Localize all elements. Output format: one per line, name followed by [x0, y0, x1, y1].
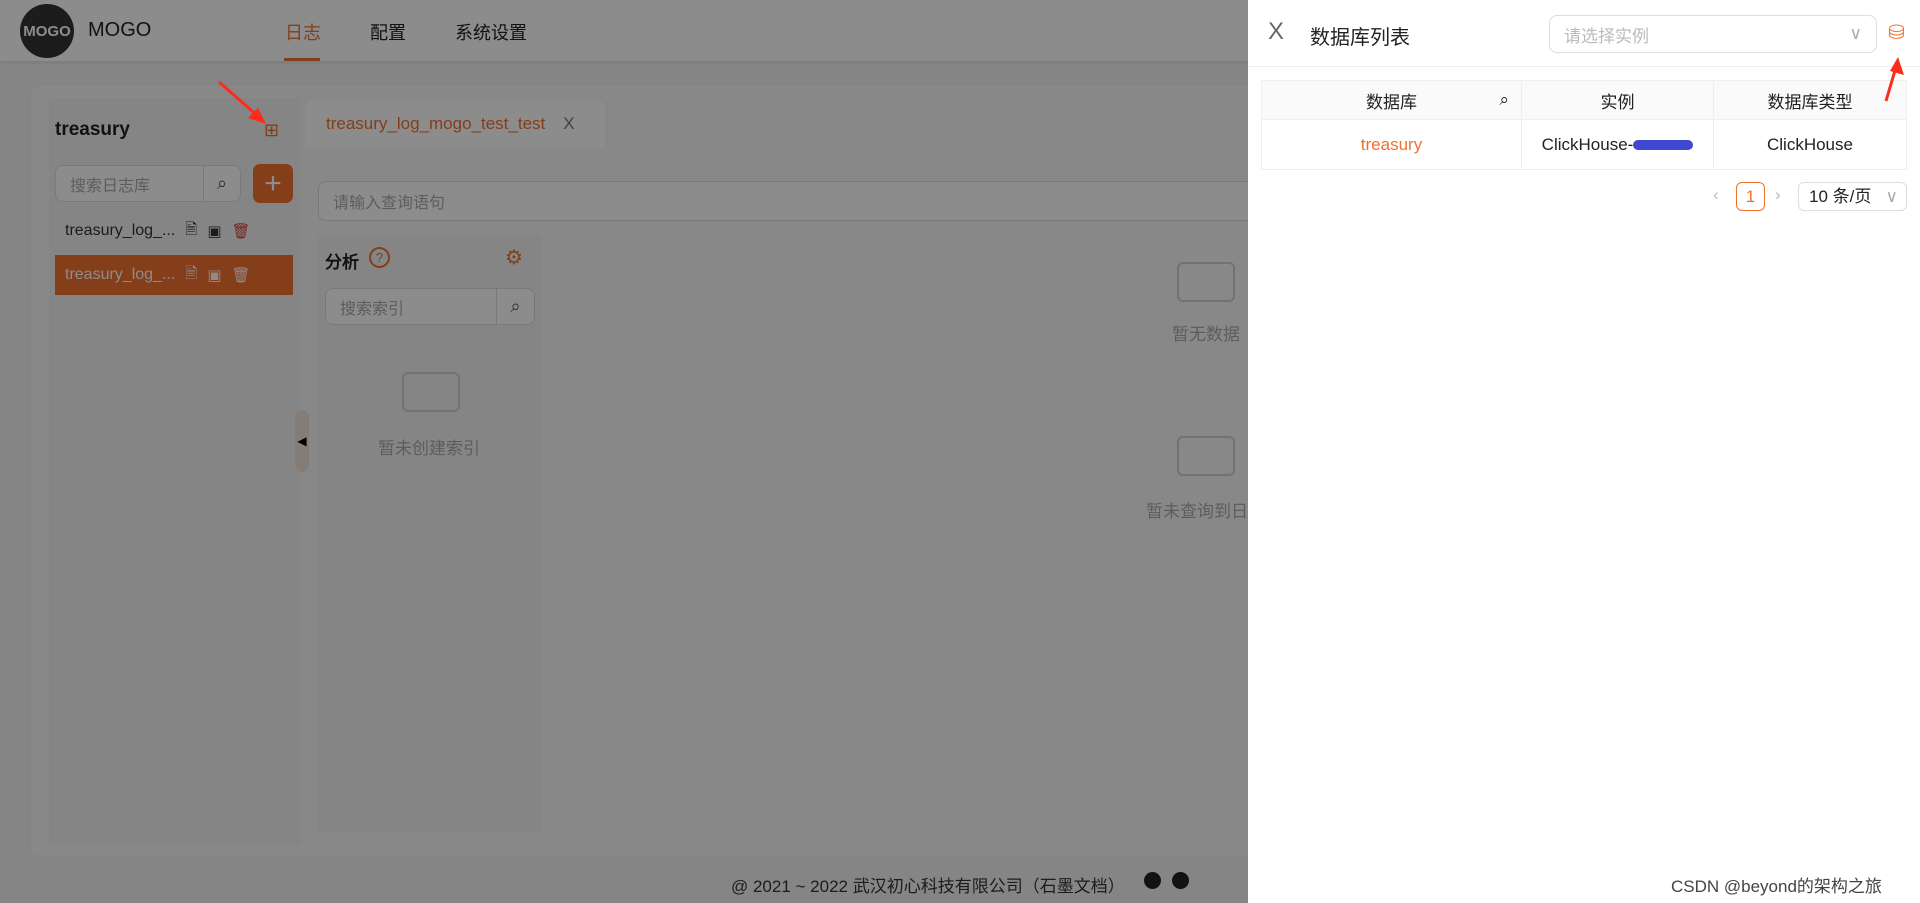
annotation-arrow-icon — [1884, 57, 1904, 102]
watermark: CSDN @beyond的架构之旅 — [1671, 877, 1882, 896]
instance-select[interactable]: 请选择实例 ∨ — [1549, 15, 1877, 53]
database-table: 数据库 ⌕ 实例 数据库类型 treasury ClickHouse- Click… — [1261, 80, 1907, 170]
instance-select-placeholder: 请选择实例 — [1564, 26, 1649, 46]
prev-page-icon[interactable]: ‹ — [1713, 185, 1719, 205]
chevron-down-icon: ∨ — [1849, 24, 1862, 43]
search-icon[interactable]: ⌕ — [1499, 90, 1509, 110]
table-row: treasury ClickHouse- ClickHouse — [1261, 119, 1907, 170]
column-header-database: 数据库 ⌕ — [1261, 80, 1522, 120]
instance-cell: ClickHouse- — [1521, 119, 1714, 170]
database-list-drawer: X 数据库列表 请选择实例 ∨ ⛁ 数据库 ⌕ 实例 数据库类型 treasury… — [1248, 0, 1920, 903]
column-label: 数据库 — [1366, 92, 1417, 112]
page-size-select[interactable]: 10 条/页 ∨ — [1798, 182, 1907, 211]
page-1-button[interactable]: 1 — [1736, 182, 1765, 211]
instance-name: ClickHouse- — [1541, 134, 1634, 154]
add-database-icon[interactable]: ⛁ — [1888, 20, 1905, 45]
next-page-icon[interactable]: › — [1775, 185, 1781, 205]
drawer-divider — [1248, 66, 1920, 67]
redaction-mark — [1633, 140, 1694, 151]
drawer-title: 数据库列表 — [1310, 27, 1410, 49]
column-header-instance: 实例 — [1521, 80, 1714, 120]
database-link[interactable]: treasury — [1261, 119, 1522, 170]
annotation-arrow-icon — [218, 80, 266, 124]
page-size-label: 10 条/页 — [1809, 187, 1872, 206]
close-drawer-icon[interactable]: X — [1268, 18, 1284, 46]
type-cell: ClickHouse — [1713, 119, 1907, 170]
chevron-down-icon: ∨ — [1885, 187, 1898, 206]
